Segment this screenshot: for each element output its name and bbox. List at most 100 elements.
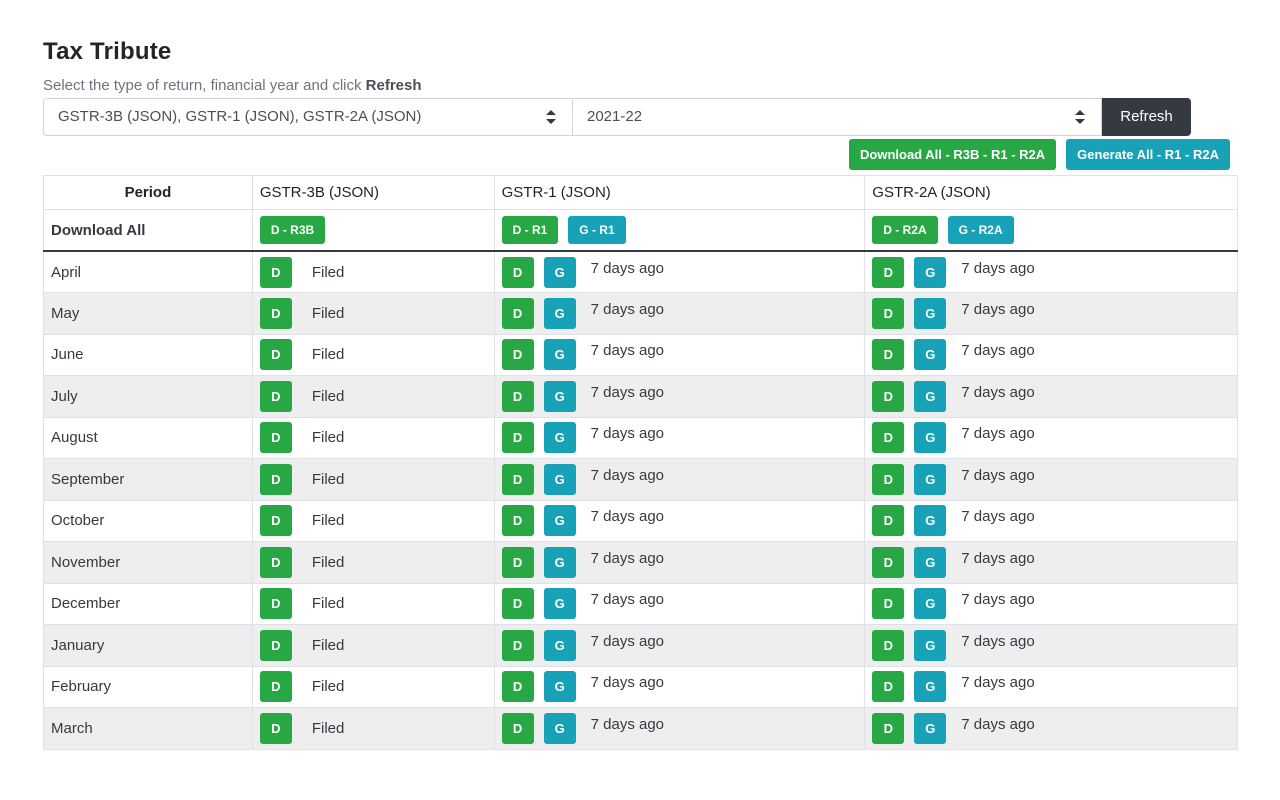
generate-gstr1-button[interactable]: G	[543, 463, 576, 495]
gstr2a-status: 7 days ago	[961, 466, 1035, 484]
gstr2a-status: 7 days ago	[961, 549, 1035, 567]
download-r3b-button[interactable]: D - R3B	[259, 216, 326, 244]
generate-gstr2a-button[interactable]: G	[914, 712, 947, 744]
generate-gstr2a-button[interactable]: G	[914, 256, 947, 288]
generate-r2a-button[interactable]: G - R2A	[947, 216, 1014, 244]
gstr3b-cell: D Filed	[251, 665, 495, 708]
gstr3b-status: Filed	[311, 304, 345, 322]
download-gstr3b-button[interactable]: D	[259, 256, 292, 288]
generate-gstr2a-button[interactable]: G	[914, 505, 947, 537]
generate-gstr2a-button[interactable]: G	[914, 671, 947, 703]
generate-gstr1-button[interactable]: G	[543, 297, 576, 329]
period-cell: April	[43, 250, 253, 293]
gstr2a-status: 7 days ago	[961, 259, 1035, 277]
gstr3b-status: Filed	[311, 387, 345, 405]
download-gstr1-button[interactable]: D	[501, 339, 534, 371]
download-gstr3b-button[interactable]: D	[259, 297, 292, 329]
download-gstr1-button[interactable]: D	[501, 422, 534, 454]
generate-gstr1-button[interactable]: G	[543, 588, 576, 620]
download-gstr2a-button[interactable]: D	[872, 256, 905, 288]
download-gstr2a-button[interactable]: D	[872, 629, 905, 661]
download-gstr2a-button[interactable]: D	[872, 712, 905, 744]
download-r2a-button[interactable]: D - R2A	[872, 216, 938, 244]
download-gstr2a-button[interactable]: D	[872, 505, 905, 537]
gstr2a-bulk-cell: D - R2A G - R2A	[864, 209, 1238, 252]
gstr2a-cell: DG 7 days ago	[864, 250, 1238, 293]
download-gstr1-button[interactable]: D	[501, 712, 534, 744]
generate-gstr1-button[interactable]: G	[543, 380, 576, 412]
gstr1-status: 7 days ago	[590, 383, 665, 401]
download-gstr1-button[interactable]: D	[501, 629, 534, 661]
return-type-select[interactable]: GSTR-3B (JSON), GSTR-1 (JSON), GSTR-2A (…	[43, 98, 573, 136]
generate-all-button[interactable]: Generate All - R1 - R2A	[1066, 139, 1230, 170]
table-row: September D Filed D G 7 days ago D G 7 days ago	[43, 458, 1238, 501]
month-label: September	[51, 470, 125, 488]
generate-gstr2a-button[interactable]: G	[914, 629, 947, 661]
generate-gstr2a-button[interactable]: G	[914, 422, 947, 454]
download-gstr3b-button[interactable]: D	[259, 505, 292, 537]
gstr2a-cell: DG 7 days ago	[864, 582, 1238, 625]
download-gstr3b-button[interactable]: D	[259, 422, 292, 454]
gstr3b-status: Filed	[311, 263, 345, 281]
generate-gstr2a-button[interactable]: G	[914, 380, 947, 412]
download-gstr3b-button[interactable]: D	[259, 629, 292, 661]
download-gstr2a-button[interactable]: D	[872, 546, 905, 578]
download-gstr3b-button[interactable]: D	[259, 671, 292, 703]
gstr1-status: 7 days ago	[590, 674, 665, 692]
generate-gstr1-button[interactable]: G	[543, 505, 576, 537]
gstr2a-cell: DG 7 days ago	[864, 458, 1238, 501]
refresh-button[interactable]: Refresh	[1102, 98, 1191, 136]
table-row: March D Filed D G 7 days ago D G 7 days ago	[43, 707, 1238, 750]
download-gstr1-button[interactable]: D	[501, 546, 534, 578]
gstr2a-status: 7 days ago	[961, 508, 1035, 526]
financial-year-select[interactable]: 2021-22	[573, 98, 1102, 136]
generate-gstr1-button[interactable]: G	[543, 712, 576, 744]
download-gstr1-button[interactable]: D	[501, 463, 534, 495]
gstr2a-status: 7 days ago	[961, 300, 1035, 318]
generate-gstr2a-button[interactable]: G	[914, 297, 947, 329]
download-gstr2a-button[interactable]: D	[872, 463, 905, 495]
download-gstr3b-button[interactable]: D	[259, 546, 292, 578]
generate-gstr1-button[interactable]: G	[543, 546, 576, 578]
download-all-button[interactable]: Download All - R3B - R1 - R2A	[849, 139, 1057, 170]
download-gstr1-button[interactable]: D	[501, 256, 534, 288]
download-gstr3b-button[interactable]: D	[259, 588, 292, 620]
download-gstr1-button[interactable]: D	[501, 380, 534, 412]
generate-gstr2a-button[interactable]: G	[914, 463, 947, 495]
gstr1-status: 7 days ago	[590, 508, 665, 526]
download-gstr2a-button[interactable]: D	[872, 588, 905, 620]
download-gstr3b-button[interactable]: D	[259, 712, 292, 744]
generate-gstr1-button[interactable]: G	[543, 671, 576, 703]
period-cell: July	[43, 375, 253, 418]
generate-gstr1-button[interactable]: G	[543, 629, 576, 661]
period-cell: December	[43, 582, 253, 625]
download-gstr3b-button[interactable]: D	[259, 463, 292, 495]
gstr3b-cell: D Filed	[251, 292, 495, 335]
download-gstr1-button[interactable]: D	[501, 671, 534, 703]
generate-gstr2a-button[interactable]: G	[914, 588, 947, 620]
month-label: January	[51, 636, 105, 654]
generate-gstr1-button[interactable]: G	[543, 339, 576, 371]
generate-gstr2a-button[interactable]: G	[914, 339, 947, 371]
download-gstr2a-button[interactable]: D	[872, 297, 905, 329]
generate-r1-button[interactable]: G - R1	[568, 216, 626, 244]
download-gstr1-button[interactable]: D	[501, 505, 534, 537]
download-gstr1-button[interactable]: D	[501, 297, 534, 329]
download-gstr2a-button[interactable]: D	[872, 339, 905, 371]
download-gstr2a-button[interactable]: D	[872, 422, 905, 454]
gstr2a-cell: DG 7 days ago	[864, 333, 1238, 376]
generate-gstr2a-button[interactable]: G	[914, 546, 947, 578]
download-gstr2a-button[interactable]: D	[872, 671, 905, 703]
generate-gstr1-button[interactable]: G	[543, 422, 576, 454]
gstr3b-cell: D Filed	[251, 707, 495, 750]
download-gstr1-button[interactable]: D	[501, 588, 534, 620]
download-gstr3b-button[interactable]: D	[259, 339, 292, 371]
download-gstr2a-button[interactable]: D	[872, 380, 905, 412]
gstr3b-status: Filed	[311, 512, 345, 530]
period-cell: November	[43, 541, 253, 584]
gstr1-bulk-cell: D - R1 G - R1	[493, 209, 866, 252]
generate-gstr1-button[interactable]: G	[543, 256, 576, 288]
download-gstr3b-button[interactable]: D	[259, 380, 292, 412]
gstr1-status: 7 days ago	[590, 425, 665, 443]
download-r1-button[interactable]: D - R1	[501, 216, 559, 244]
